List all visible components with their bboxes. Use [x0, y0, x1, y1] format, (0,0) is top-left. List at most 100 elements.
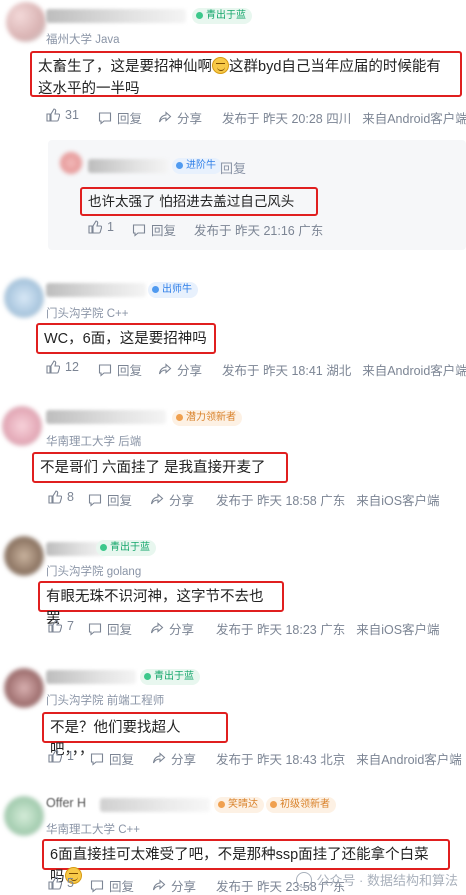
share-button[interactable]: 分享 [150, 619, 194, 638]
post-meta: 发布于 昨天 21:16 广东 [194, 220, 323, 239]
user-badge: 初级领新者 [266, 797, 336, 813]
share-icon [158, 362, 172, 377]
user-school: 华南理工大学 C++ [46, 824, 140, 836]
comment-4: 青出于蓝 门头沟学院 golang 有眼无珠不识河神，这字节不去也罢 7 回复 … [0, 530, 466, 645]
comment-1: 青出于蓝 福州大学 Java 太畜生了，这是要招神仙啊 这群byd自己当年应届的时… [0, 0, 466, 130]
comment-bubble-icon [98, 111, 112, 125]
client-source: 来自Android客户端 [362, 364, 466, 378]
reply-label: 回复 [107, 494, 133, 508]
share-icon [158, 110, 172, 125]
share-label: 分享 [169, 494, 195, 508]
comment-bubble-icon [90, 752, 104, 766]
avatar[interactable] [4, 796, 44, 836]
post-time-location: 发布于 昨天 21:16 广东 [194, 224, 324, 238]
username[interactable] [46, 283, 146, 297]
comment-text: 也许太强了 怕招进去盖过自己风头 [80, 187, 318, 216]
reply-label: 回复 [117, 112, 143, 126]
user-badge: 出师牛 [148, 282, 198, 298]
reply-label: 回复 [107, 623, 133, 637]
user-badge: 进阶牛 [172, 158, 222, 174]
post-time-location: 发布于 昨天 18:58 广东 [216, 494, 346, 508]
thumbs-up-icon [46, 360, 60, 374]
reply-button[interactable]: 回复 [88, 490, 132, 509]
client-source: 来自Android客户端 [362, 112, 466, 126]
reply-label: 回复 [117, 364, 143, 378]
share-icon [150, 492, 164, 507]
like-button[interactable]: 31 [46, 108, 79, 122]
reply-card: 进阶牛 回复 也许太强了 怕招进去盖过自己风头 1 回复 发布于 昨天 21:1… [48, 140, 466, 250]
comment-2: 出师牛 门头沟学院 C++ WC，6面，这是要招神吗 12 回复 分享 发布于 … [0, 268, 466, 383]
like-button[interactable]: 7 [48, 619, 74, 633]
share-button[interactable]: 分享 [152, 749, 196, 768]
username[interactable] [46, 410, 166, 424]
reply-to-label: 回复 [220, 161, 247, 176]
username[interactable] [46, 9, 186, 23]
reply-button[interactable]: 回复 [98, 360, 142, 379]
thumbs-up-icon [48, 490, 62, 504]
comment-text: 不是哥们 六面挂了 是我直接开麦了 [32, 452, 288, 483]
reply-label: 回复 [151, 224, 177, 238]
like-button[interactable]: 12 [46, 360, 79, 374]
post-meta: 发布于 昨天 18:58 广东 来自iOS客户端 [216, 490, 440, 509]
comment-actions: 31 回复 分享 发布于 昨天 20:28 四川 来自Android客户端 [0, 108, 466, 128]
user-badge: 青出于蓝 [96, 540, 156, 556]
share-label: 分享 [171, 880, 197, 894]
reply-button[interactable]: 回复 [90, 749, 134, 768]
share-button[interactable]: 分享 [158, 108, 202, 127]
like-count: 1 [107, 220, 114, 234]
comment-actions: 1 回复 发布于 昨天 21:16 广东 [48, 220, 466, 240]
comment-text-part1: 太畜生了，这是要招神仙啊 [38, 59, 212, 75]
wechat-account-icon [296, 871, 313, 888]
avatar[interactable] [2, 406, 42, 446]
user-school: 门头沟学院 C++ [46, 308, 129, 320]
avatar[interactable] [6, 2, 46, 42]
avatar[interactable] [4, 536, 44, 576]
share-icon [152, 878, 166, 893]
like-count: 12 [65, 360, 79, 374]
like-count: 1 [67, 749, 74, 763]
share-label: 分享 [169, 623, 195, 637]
username[interactable] [88, 159, 168, 173]
avatar[interactable] [4, 668, 44, 708]
username[interactable] [46, 670, 136, 684]
username[interactable]: Offer H [46, 796, 86, 810]
comment-3: 潜力领新者 华南理工大学 后端 不是哥们 六面挂了 是我直接开麦了 8 回复 分… [0, 400, 466, 515]
reply-label: 回复 [109, 880, 135, 894]
post-meta: 发布于 昨天 18:41 湖北 来自Android客户端 [222, 360, 466, 379]
user-badge: 青出于蓝 [140, 669, 200, 685]
comment-actions: 12 回复 分享 发布于 昨天 18:41 湖北 来自Android客户端 [0, 360, 466, 380]
comment-actions: 7 回复 分享 发布于 昨天 18:23 广东 来自iOS客户端 [0, 619, 466, 639]
grin-sweat-emoji-icon [212, 57, 229, 74]
share-button[interactable]: 分享 [150, 490, 194, 509]
like-button[interactable]: 8 [48, 490, 74, 504]
thumbs-up-icon [88, 220, 102, 234]
like-count: 31 [65, 108, 79, 122]
reply-button[interactable]: 回复 [90, 876, 134, 895]
like-button[interactable]: 1 [88, 220, 114, 234]
reply-button[interactable]: 回复 [98, 108, 142, 127]
post-meta: 发布于 昨天 18:23 广东 来自iOS客户端 [216, 619, 440, 638]
avatar[interactable] [60, 152, 82, 174]
reply-label: 回复 [109, 753, 135, 767]
reply-button[interactable]: 回复 [88, 619, 132, 638]
comment-text: 有眼无珠不识河神，这字节不去也罢 [38, 581, 284, 627]
comment-bubble-icon [98, 363, 112, 377]
post-time-location: 发布于 昨天 18:43 北京 [216, 753, 346, 767]
client-source: 来自iOS客户端 [356, 623, 440, 637]
reply-button[interactable]: 回复 [132, 220, 176, 239]
comment-text: 不是？他们要找超人吧，，， [42, 712, 228, 758]
avatar[interactable] [4, 278, 44, 318]
comment-5: 青出于蓝 门头沟学院 前端工程师 不是？他们要找超人吧，，， 1 回复 分享 发… [0, 660, 466, 775]
share-button[interactable]: 分享 [158, 360, 202, 379]
share-button[interactable]: 分享 [152, 876, 196, 895]
comment-bubble-icon [88, 622, 102, 636]
like-button[interactable]: 5 [48, 876, 74, 890]
comment-actions: 1 回复 分享 发布于 昨天 18:43 北京 来自Android客户端 [0, 749, 466, 769]
client-source: 来自iOS客户端 [356, 494, 440, 508]
like-button[interactable]: 1 [48, 749, 74, 763]
comment-bubble-icon [132, 223, 146, 237]
post-time-location: 发布于 昨天 18:41 湖北 [222, 364, 352, 378]
like-count: 7 [67, 619, 74, 633]
share-label: 分享 [177, 364, 203, 378]
user-badge-secondary: 笑晴达 [214, 797, 264, 813]
